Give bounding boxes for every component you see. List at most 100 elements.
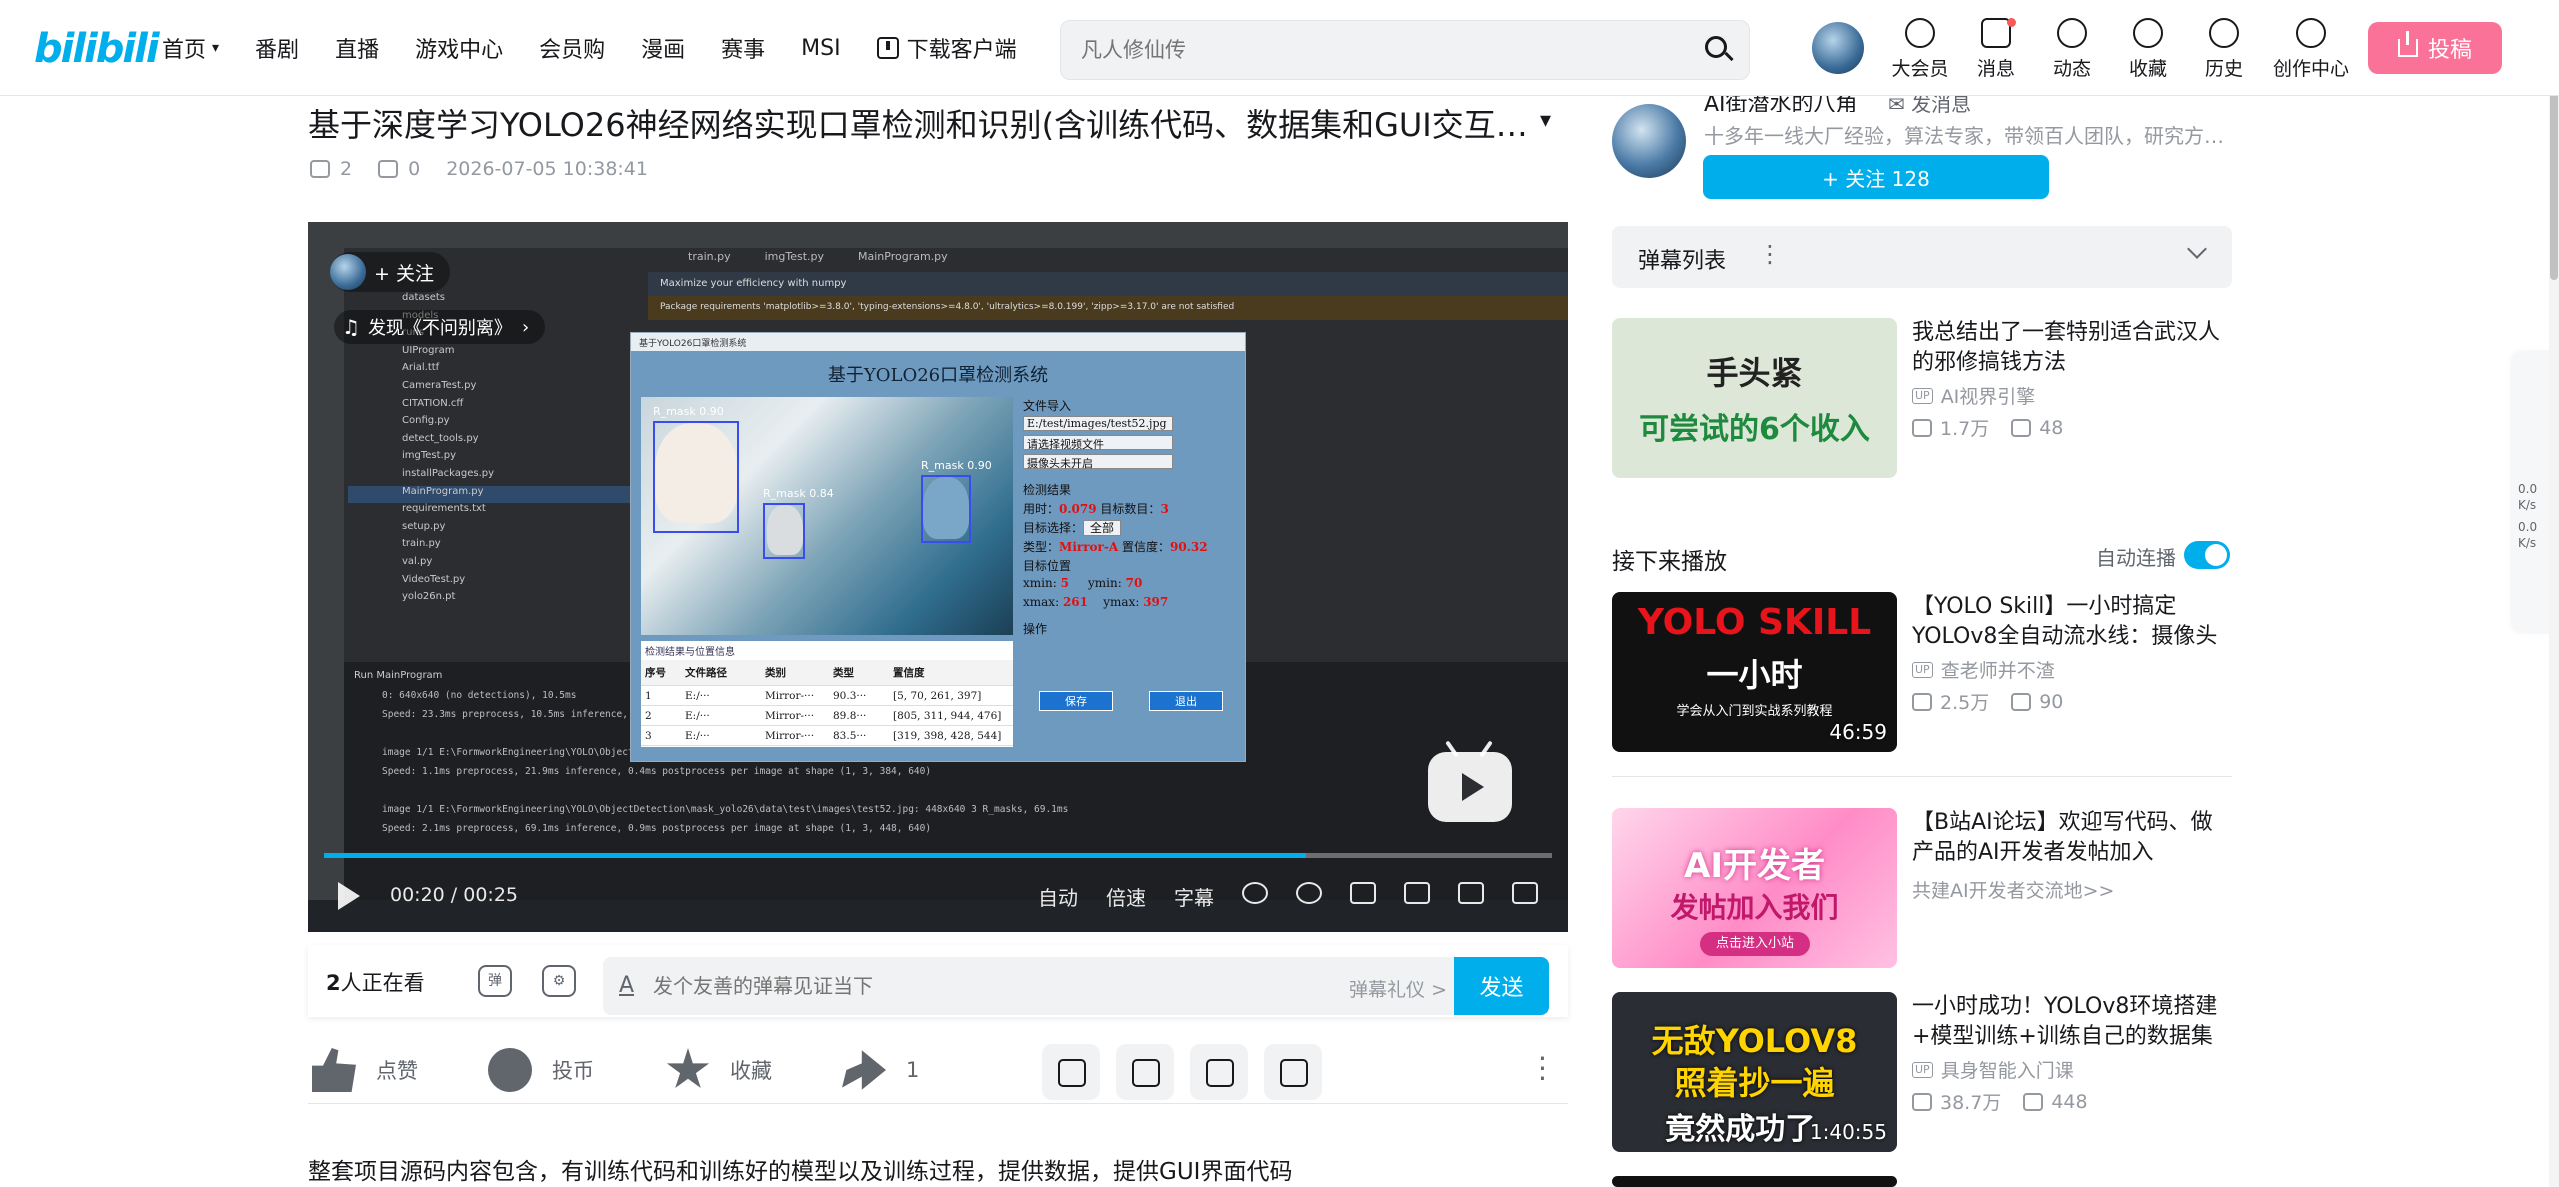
more-options-icon[interactable]: · · · [1538,1045,1547,1093]
recommend-thumbnail[interactable]: 无敌YOLOV8 照着抄一遍 竟然成功了 1:40:55 [1612,992,1897,1152]
star-icon [666,1048,710,1089]
big-play-icon[interactable] [1428,740,1512,822]
publish-time: 2026-07-05 10:38:41 [446,158,648,180]
play-count-icon [1912,418,1932,437]
nav-manga[interactable]: 漫画 [641,32,685,64]
recommend-uploader[interactable]: UP 具身智能入门课 [1912,1056,2232,1083]
nav-mall[interactable]: 会员购 [539,32,605,64]
ad-card[interactable]: 手头紧 可尝试的6个收入 我总结出了一套特别适合武汉人的邪修搞钱方法 UP AI视… [1612,318,2232,478]
pin-icon[interactable] [1116,1044,1174,1100]
share-icon [842,1050,886,1090]
gui-count-label: 目标数目： [1100,502,1161,516]
recommend-card[interactable] [1612,1176,2232,1187]
favorite-button[interactable]: 收藏 [666,1048,772,1092]
recommend-title[interactable]: 【YOLO Skill】一小时搞定YOLOv8全自动流水线：摄像头实时检测 [1912,592,2232,652]
ad-uploader[interactable]: UP AI视界引擎 [1912,382,2232,409]
ad-title[interactable]: 我总结出了一套特别适合武汉人的邪修搞钱方法 [1912,318,2232,378]
entry-vip[interactable]: 大会员 [1886,18,1954,81]
tree-item: train.py [402,538,441,550]
like-label: 点赞 [376,1059,418,1083]
chart-icon[interactable] [1190,1044,1248,1100]
entry-creator-center[interactable]: 创作中心 [2266,18,2356,81]
uploader-avatar[interactable] [1612,104,1686,178]
pip-icon[interactable] [1350,882,1376,904]
play-icon[interactable] [338,882,360,910]
quality-button[interactable]: 自动 [1038,882,1078,911]
danmaku-toggle-icon[interactable]: 弹 [478,965,512,997]
search-icon[interactable] [1703,34,1735,66]
more-vertical-icon[interactable]: ⋮ [1758,240,1782,268]
danmaku-settings-icon[interactable]: ⚙ [542,965,576,997]
ad-thumbnail[interactable]: 手头紧 可尝试的6个收入 [1612,318,1897,478]
widescreen-icon[interactable] [1404,882,1430,904]
recommend-thumbnail[interactable]: AI开发者 发帖加入我们 点击进入小站 [1612,808,1897,968]
upload-button[interactable]: 投稿 [2368,22,2502,74]
progress-bar[interactable] [324,853,1552,858]
player-music-overlay[interactable]: ♫ 发现《不问别离》 › [334,310,546,344]
subtitle-button[interactable]: 字幕 [1174,882,1214,911]
autoplay-toggle[interactable] [2184,541,2230,569]
webfullscreen-icon[interactable] [1458,882,1484,904]
gui-conf-label: 置信度 [1121,540,1158,554]
entry-favorites[interactable]: 收藏 [2114,18,2182,81]
entry-creator-label: 创作中心 [2272,58,2349,80]
watching-count: 2人正在看 [326,967,425,997]
video-player[interactable]: train.py imgTest.py MainProgram.py Maxim… [308,222,1568,932]
entry-messages[interactable]: 消息 [1962,18,2030,81]
follow-button[interactable]: + 关注 128 [1703,155,2049,199]
uploader-avatar [330,254,366,290]
danmaku-etiquette-link[interactable]: 弹幕礼仪 > [1349,975,1447,1002]
danmaku-list-panel[interactable]: 弹幕列表 ⋮ [1612,226,2232,288]
recommend-thumbnail[interactable] [1612,1176,1897,1187]
recommend-uploader[interactable]: UP 查老师并不渣 [1912,656,2232,683]
nav-live[interactable]: 直播 [335,32,379,64]
user-avatar[interactable] [1812,22,1864,74]
coin-button[interactable]: 投币 [488,1048,594,1092]
gui-time-value: 0.079 [1059,502,1097,516]
gui-th: 类别 [765,667,786,679]
main-nav: 首页 ▾ 番剧 直播 游戏中心 会员购 漫画 赛事 MSI 下载客户端 [162,0,1053,96]
nav-game-center[interactable]: 游戏中心 [415,32,503,64]
bilibili-logo[interactable]: bilibili [34,26,160,72]
settings-icon[interactable] [1296,882,1322,904]
recommend-thumbnail[interactable]: YOLO SKILL 一小时 学会从入门到实战系列教程 46:59 [1612,592,1897,752]
control-right: 自动 倍速 字幕 [1010,882,1538,911]
player-follow-overlay[interactable]: + 关注 [330,252,450,292]
danmaku-send-button[interactable]: 发送 [1454,957,1549,1015]
entry-dynamics[interactable]: 动态 [2038,18,2106,81]
speed-button[interactable]: 倍速 [1106,882,1146,911]
recommend-link[interactable]: 共建AI开发者交流地>> [1912,876,2232,903]
gui-td: 83.5··· [833,729,867,742]
chevron-down-icon[interactable] [2187,239,2207,259]
volume-icon[interactable] [1242,882,1268,904]
time-display: 00:20 / 00:25 [390,884,518,906]
unread-dot [2007,18,2016,27]
nav-esports[interactable]: 赛事 [721,32,765,64]
fullscreen-icon[interactable] [1512,882,1538,904]
recommend-card[interactable]: YOLO SKILL 一小时 学会从入门到实战系列教程 46:59 【YOLO … [1612,592,2232,752]
gui-type-label: 类型 [1023,540,1048,554]
nav-home[interactable]: 首页 ▾ [162,32,219,64]
entry-history[interactable]: 历史 [2190,18,2258,81]
recommend-card[interactable]: 无敌YOLOV8 照着抄一遍 竟然成功了 1:40:55 一小时成功！YOLOv… [1612,992,2232,1152]
nav-msi[interactable]: MSI [801,36,840,61]
recommend-title[interactable]: 一小时成功！YOLOv8环境搭建+模型训练+训练自己的数据集 [1912,992,2232,1052]
share-button[interactable]: 1 [842,1048,919,1092]
search-input[interactable] [1081,21,1661,79]
ide-sidebar [308,248,344,908]
chevron-down-icon[interactable]: ▾ [1540,108,1551,133]
danmaku-style-icon[interactable]: A [619,973,634,998]
like-button[interactable]: 点赞 [312,1048,418,1092]
video-action-bar: 点赞 投币 收藏 1 · · · [308,1040,1568,1104]
recommend-title[interactable]: 【B站AI论坛】欢迎写代码、做产品的AI开发者发帖加入 [1912,808,2232,868]
edit-note-icon[interactable] [1042,1044,1100,1100]
recommend-card[interactable]: AI开发者 发帖加入我们 点击进入小站 【B站AI论坛】欢迎写代码、做产品的AI… [1612,808,2232,968]
gui-exit-button: 退出 [1149,691,1223,711]
watching-number: 2 [326,971,341,995]
danmaku-count-icon [378,160,399,178]
fav-label: 收藏 [730,1059,772,1083]
headset-icon[interactable] [1264,1044,1322,1100]
danmaku-input[interactable] [653,957,1253,1015]
nav-anime[interactable]: 番剧 [255,32,299,64]
nav-download-client[interactable]: 下载客户端 [876,32,1017,64]
